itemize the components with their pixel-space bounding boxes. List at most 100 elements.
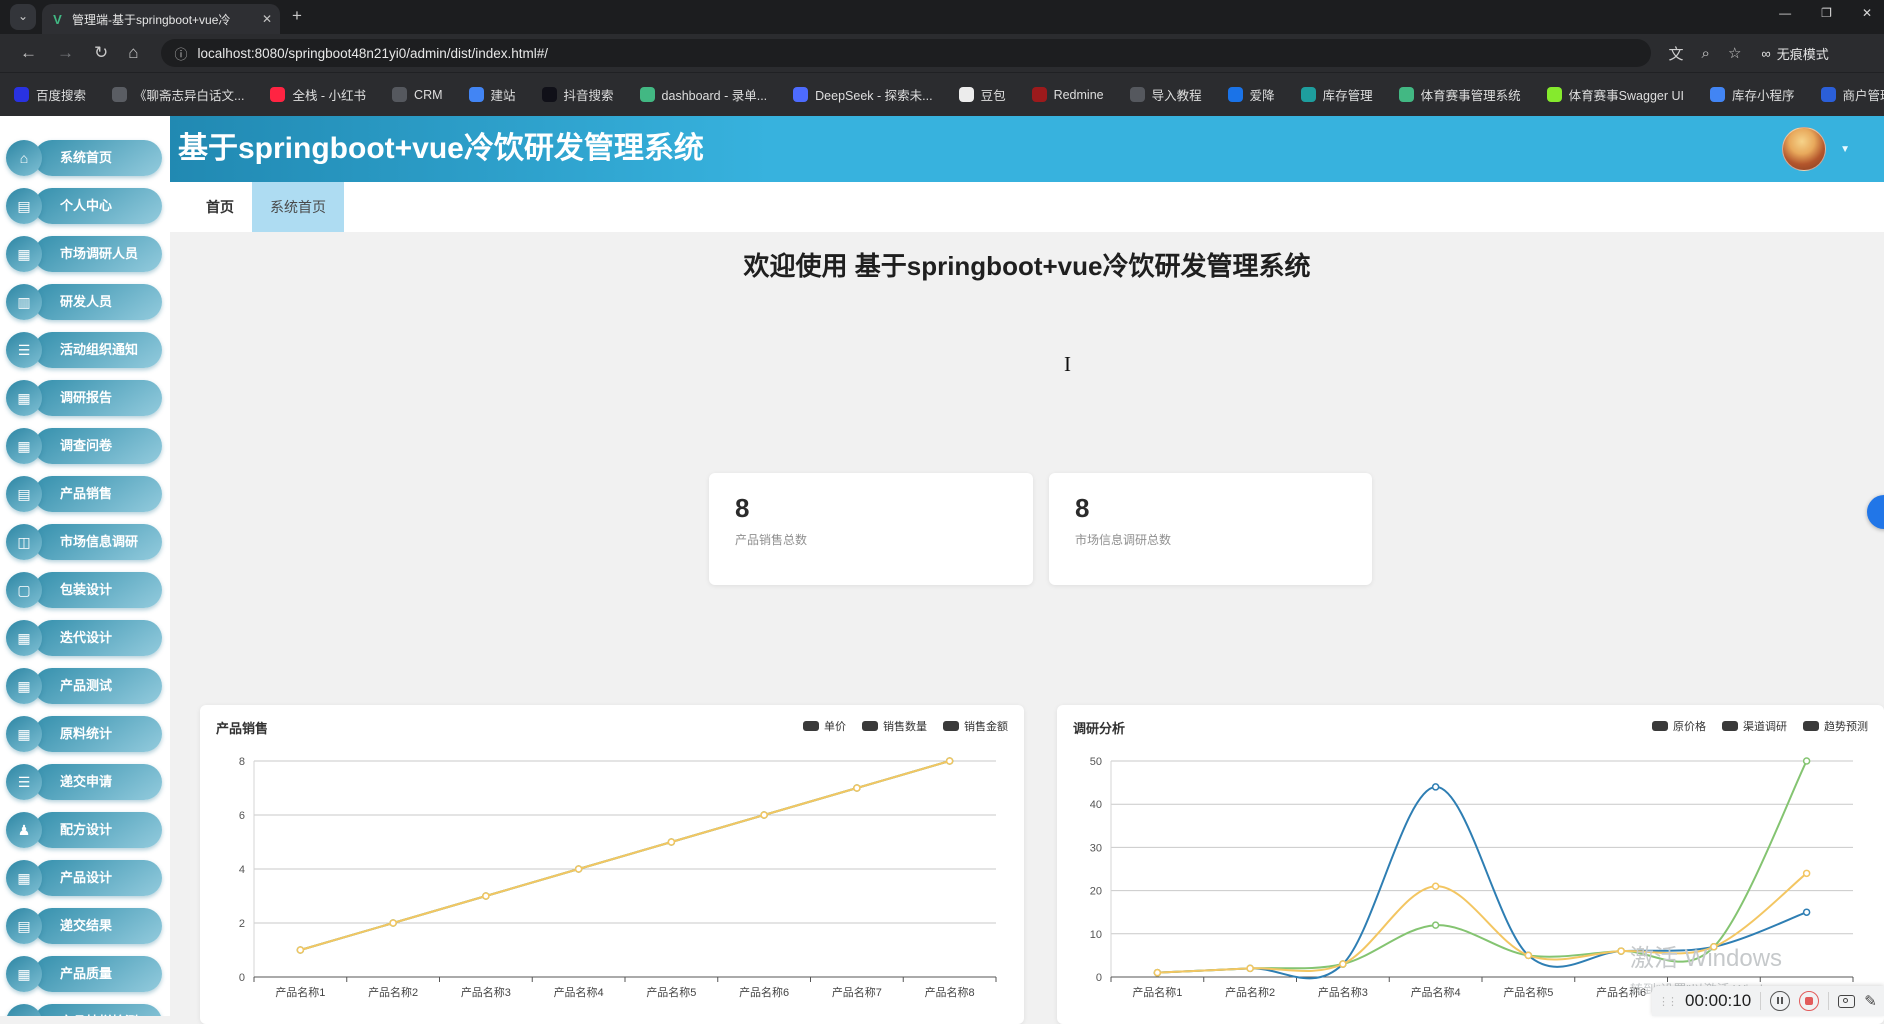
bookmark-item[interactable]: 建站 [469,85,516,104]
bookmark-item[interactable]: 库存小程序 [1710,85,1795,104]
bookmark-item[interactable]: dashboard - 录单... [640,85,768,104]
bookmark-item[interactable]: 商户管理 [1821,85,1884,104]
page-tab-1[interactable]: 首页 [188,182,252,232]
sidebar-item-12[interactable]: 产品测试▦ [0,668,170,704]
stop-button[interactable] [1799,991,1819,1011]
bookmark-label: Redmine [1054,88,1104,102]
sidebar-item-14[interactable]: 递交申请☰ [0,764,170,800]
back-icon[interactable]: ← [20,43,37,63]
bookmark-item[interactable]: 全栈 - 小红书 [270,85,366,104]
sidebar-item-9[interactable]: 市场信息调研◫ [0,524,170,560]
legend-marker-icon [803,721,819,731]
sidebar-item-15[interactable]: 配方设计♟ [0,812,170,848]
sidebar-item-10[interactable]: 包装设计▢ [0,572,170,608]
crm-icon [392,87,407,102]
chart-legend: 单价销售数量销售金额 [803,718,1008,734]
user-avatar[interactable] [1782,127,1826,171]
sidebar-item-5[interactable]: 活动组织通知☰ [0,332,170,368]
url-text[interactable]: localhost:8080/springboot48n21yi0/admin/… [198,46,548,61]
svg-text:产品名称2: 产品名称2 [368,985,418,999]
svg-text:产品名称7: 产品名称7 [832,985,882,999]
window-minimize-button[interactable]: — [1779,6,1791,20]
sidebar-item-label: 递交结果 [34,908,162,944]
test-grid-icon: ▦ [6,668,42,704]
avatar-dropdown-icon[interactable]: ▼ [1840,144,1850,155]
tab-close-icon[interactable]: ✕ [262,12,272,26]
bookmark-label: 导入教程 [1152,85,1202,104]
legend-item[interactable]: 单价 [803,718,846,734]
tab-search-button[interactable]: ⌄ [10,4,36,30]
legend-item[interactable]: 原价格 [1652,718,1706,734]
bookmark-item[interactable]: 百度搜索 [14,85,86,104]
sidebar-item-8[interactable]: 产品销售▤ [0,476,170,512]
legend-item[interactable]: 销售金额 [943,718,1008,734]
forward-icon[interactable]: → [57,43,74,63]
sidebar-menu: 系统首页⌂个人中心▤市场调研人员▦研发人员▥活动组织通知☰调研报告▦调查问卷▦产… [0,116,170,1016]
bookmark-label: 爱降 [1250,85,1275,104]
sidebar-item-3[interactable]: 市场调研人员▦ [0,236,170,272]
sidebar-item-label: 个人中心 [34,188,162,224]
bookmark-star-icon[interactable]: ☆ [1728,44,1741,62]
new-tab-button[interactable]: + [292,6,302,26]
bookmark-item[interactable]: 体育赛事Swagger UI [1547,85,1684,104]
sidebar-item-6[interactable]: 调研报告▦ [0,380,170,416]
sidebar-item-13[interactable]: 原料统计▦ [0,716,170,752]
sidebar-item-19[interactable]: 产品抽样检测▦ [0,1004,170,1016]
annotate-pencil-button[interactable]: ✎ [1864,992,1877,1010]
browser-tab-strip: ⌄ V 管理端-基于springboot+vue冷 ✕ + — ❐ ✕ [0,0,1884,34]
sidebar-item-label: 调研报告 [34,380,162,416]
bookmark-label: dashboard - 录单... [662,85,768,104]
window-maximize-button[interactable]: ❐ [1821,6,1832,20]
bookmark-item[interactable]: CRM [392,87,442,102]
pause-button[interactable] [1770,991,1790,1011]
product-sales-chart[interactable]: 02468产品名称1产品名称2产品名称3产品名称4产品名称5产品名称6产品名称7… [208,749,1016,1011]
screenshot-camera-button[interactable] [1838,995,1855,1008]
welcome-heading: 欢迎使用 基于springboot+vue冷饮研发管理系统 [170,246,1884,283]
svg-text:产品名称2: 产品名称2 [1225,985,1275,999]
site-info-icon[interactable]: ⓘ [175,44,188,63]
tutorial-icon [1130,87,1145,102]
sidebar-item-17[interactable]: 递交结果▤ [0,908,170,944]
page-tab-2[interactable]: 系统首页 [252,182,344,232]
sidebar-item-label: 系统首页 [34,140,162,176]
browser-tab[interactable]: V 管理端-基于springboot+vue冷 ✕ [42,4,280,34]
sidebar-item-7[interactable]: 调查问卷▦ [0,428,170,464]
report-grid-icon: ▦ [6,380,42,416]
sidebar-item-2[interactable]: 个人中心▤ [0,188,170,224]
sidebar-item-1[interactable]: 系统首页⌂ [0,140,170,176]
bookmark-item[interactable]: 豆包 [959,85,1006,104]
legend-item[interactable]: 渠道调研 [1722,718,1787,734]
svg-text:0: 0 [1096,972,1102,984]
home-icon[interactable]: ⌂ [128,43,138,63]
bookmark-item[interactable]: 爱降 [1228,85,1275,104]
svg-text:10: 10 [1090,929,1102,941]
book-icon [112,87,127,102]
bookmark-item[interactable]: 抖音搜索 [542,85,614,104]
zoom-search-icon[interactable]: ⌕ [1702,45,1710,62]
douyin-icon [542,87,557,102]
sidebar-item-label: 产品质量 [34,956,162,992]
bookmark-item[interactable]: DeepSeek - 探索未... [793,85,932,104]
bookmark-item[interactable]: 导入教程 [1130,85,1202,104]
drag-handle-icon[interactable]: ⋮⋮ [1658,995,1676,1008]
text-cursor: I [1064,352,1071,377]
svg-text:50: 50 [1090,756,1102,768]
sidebar-item-18[interactable]: 产品质量▦ [0,956,170,992]
address-bar[interactable]: ⓘ localhost:8080/springboot48n21yi0/admi… [161,39,1651,67]
translate-icon[interactable]: 文 [1669,43,1684,64]
stat-label: 产品销售总数 [735,531,831,550]
window-close-button[interactable]: ✕ [1862,6,1872,20]
sidebar-item-11[interactable]: 迭代设计▦ [0,620,170,656]
bookmark-item[interactable]: 《聊斋志异白话文... [112,85,244,104]
sidebar-item-16[interactable]: 产品设计▦ [0,860,170,896]
bookmark-item[interactable]: 体育赛事管理系统 [1399,85,1521,104]
dashboard-icon [640,87,655,102]
svg-text:40: 40 [1090,799,1102,811]
legend-item[interactable]: 趋势预测 [1803,718,1868,734]
legend-item[interactable]: 销售数量 [862,718,927,734]
bookmark-item[interactable]: 库存管理 [1301,85,1373,104]
sidebar-item-4[interactable]: 研发人员▥ [0,284,170,320]
bookmark-item[interactable]: Redmine [1032,87,1104,102]
reload-icon[interactable]: ↻ [94,43,108,63]
xiaohongshu-icon [270,87,285,102]
